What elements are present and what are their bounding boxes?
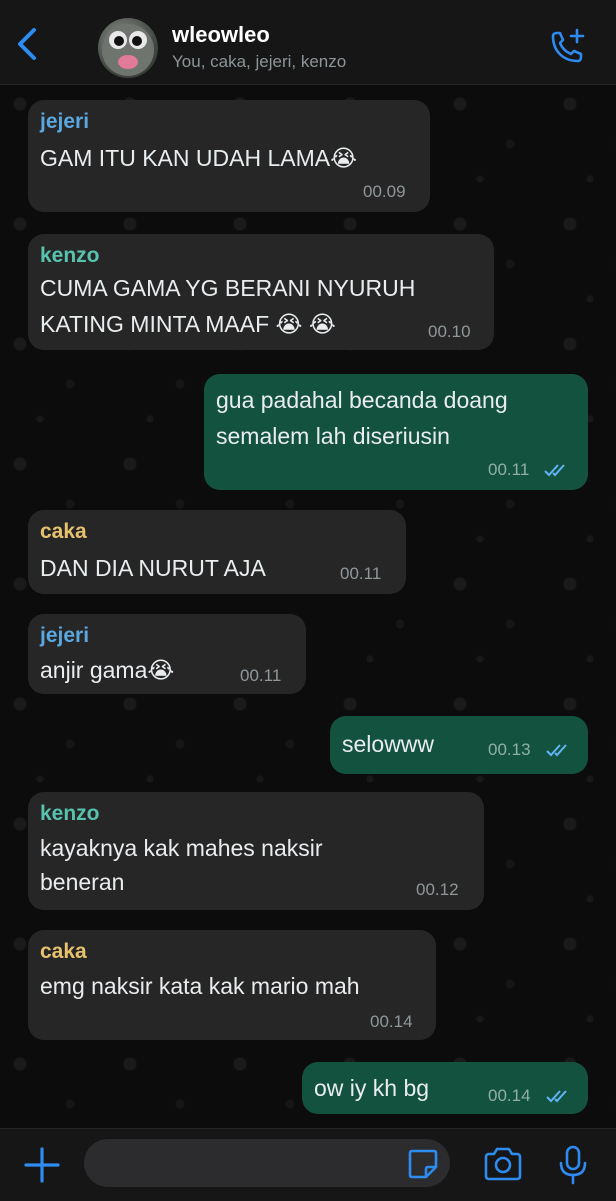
message-composer: [0, 1128, 616, 1201]
add-call-button[interactable]: [544, 26, 588, 70]
message-bubble[interactable]: caka DAN DIA NURUT AJA 00.11: [28, 510, 406, 594]
avatar-image: [102, 24, 154, 76]
message-input[interactable]: [84, 1139, 450, 1187]
double-check-icon: [546, 744, 567, 757]
sender-name: jejeri: [40, 624, 90, 647]
sticker-button[interactable]: [406, 1147, 440, 1181]
camera-icon: [484, 1147, 522, 1181]
message-text: KATING MINTA MAAF 😭 😭: [40, 311, 336, 337]
message-time: 00.12: [416, 880, 459, 899]
message-time: 00.11: [488, 460, 530, 479]
voice-message-button[interactable]: [556, 1143, 590, 1187]
sender-name: kenzo: [40, 244, 100, 267]
message-text: GAM ITU KAN UDAH LAMA😭: [40, 145, 357, 171]
group-participants[interactable]: You, caka, jejeri, kenzo: [172, 52, 346, 72]
message-text: selowww: [342, 731, 435, 757]
chevron-left-icon: [18, 28, 36, 60]
message-bubble[interactable]: jejeri GAM ITU KAN UDAH LAMA😭 00.09: [28, 100, 430, 212]
message-bubble[interactable]: jejeri anjir gama😭 00.11: [28, 614, 306, 694]
message-bubble[interactable]: caka emg naksir kata kak mario mah 00.14: [28, 930, 436, 1040]
message-bubble[interactable]: kenzo CUMA GAMA YG BERANI NYURUH KATING …: [28, 234, 494, 350]
message-text: ow iy kh bg: [314, 1075, 430, 1101]
group-avatar[interactable]: [98, 18, 158, 78]
microphone-icon: [559, 1145, 587, 1185]
message-text: anjir gama😭: [40, 657, 175, 683]
phone-plus-icon: [551, 28, 585, 63]
message-text: gua padahal becanda doang: [216, 387, 508, 413]
group-name[interactable]: wleowleo: [172, 22, 270, 48]
message-text: DAN DIA NURUT AJA: [40, 555, 266, 581]
message-text: semalem lah diseriusin: [216, 423, 450, 449]
back-button[interactable]: [8, 22, 48, 66]
sender-name: kenzo: [40, 802, 100, 825]
message-bubble[interactable]: gua padahal becanda doang semalem lah di…: [204, 374, 588, 490]
double-check-icon: [546, 1090, 567, 1103]
message-text: CUMA GAMA YG BERANI NYURUH: [40, 275, 416, 301]
message-bubble[interactable]: kenzo kayaknya kak mahes naksir beneran …: [28, 792, 484, 910]
message-text: kayaknya kak mahes naksir: [40, 835, 323, 861]
message-time: 00.09: [363, 182, 406, 201]
message-time: 00.11: [340, 564, 382, 583]
message-time: 00.13: [488, 740, 531, 759]
camera-button[interactable]: [482, 1145, 524, 1183]
message-text: emg naksir kata kak mario mah: [40, 973, 360, 999]
message-time: 00.11: [240, 666, 282, 685]
message-time: 00.14: [488, 1086, 531, 1105]
plus-icon: [24, 1147, 60, 1183]
chat-header: wleowleo You, caka, jejeri, kenzo: [0, 0, 616, 85]
message-text: beneran: [40, 869, 125, 895]
message-time: 00.10: [428, 322, 471, 341]
message-bubble[interactable]: ow iy kh bg 00.14: [302, 1062, 588, 1114]
attach-button[interactable]: [22, 1145, 62, 1185]
sticker-icon: [408, 1149, 438, 1179]
message-bubble[interactable]: selowww 00.13: [330, 716, 588, 774]
double-check-icon: [544, 464, 565, 477]
message-time: 00.14: [370, 1012, 413, 1031]
sender-name: jejeri: [40, 110, 90, 133]
sender-name: caka: [40, 520, 87, 543]
sender-name: caka: [40, 940, 87, 963]
